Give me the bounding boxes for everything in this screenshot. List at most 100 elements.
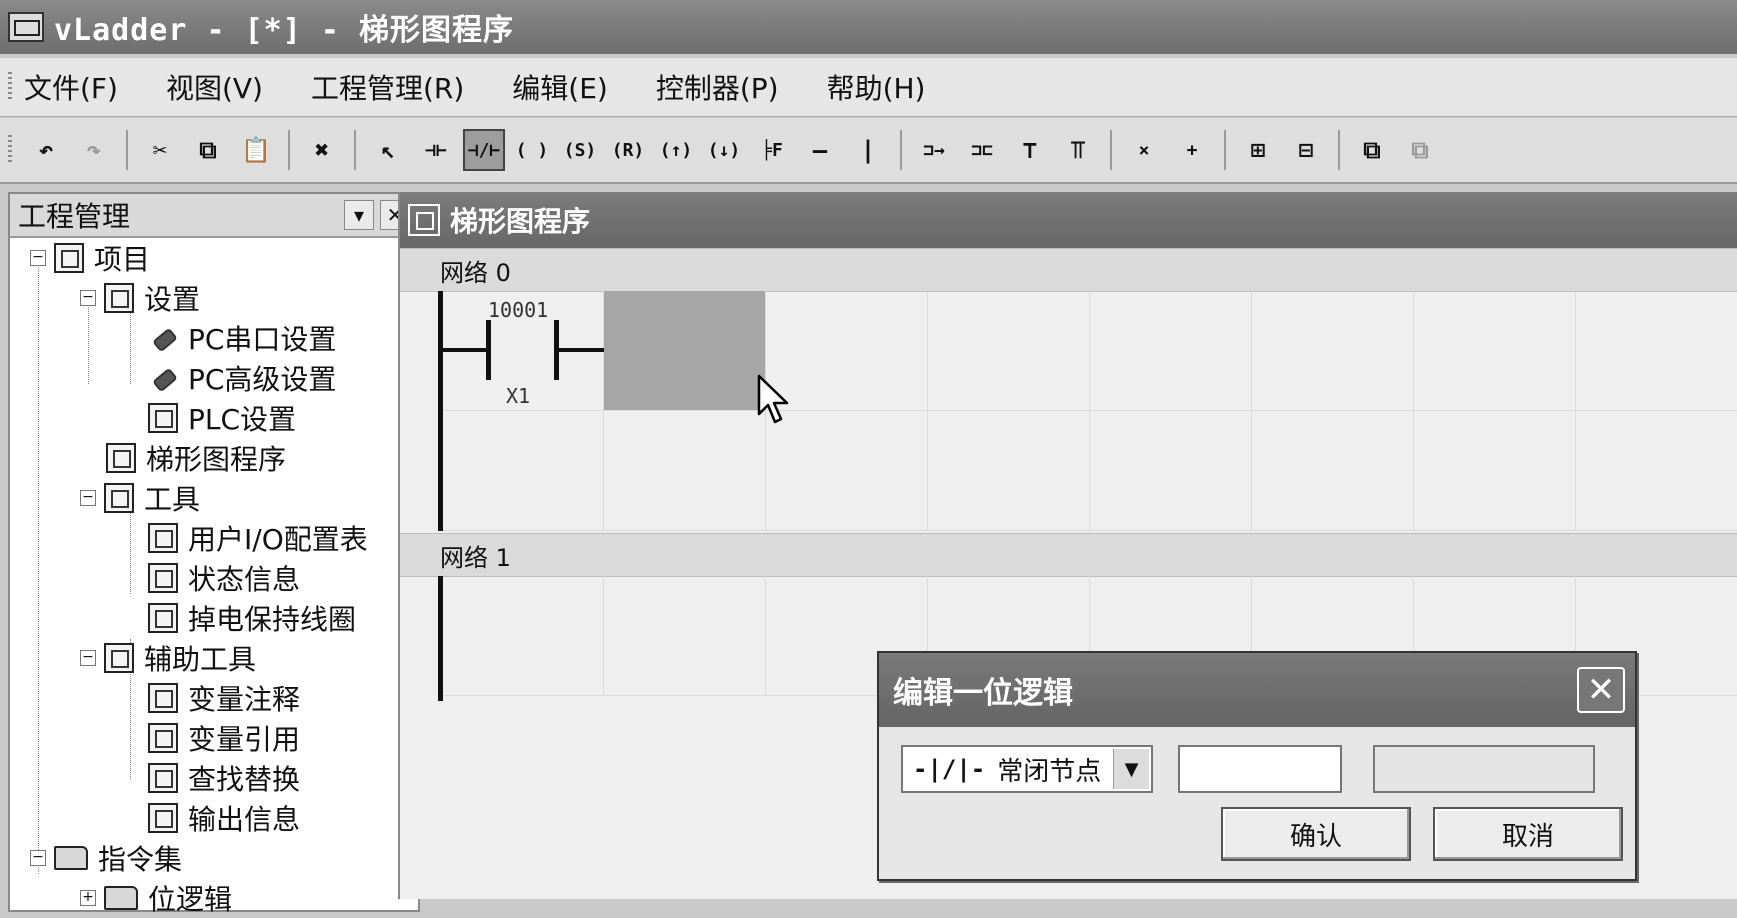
menu-controller[interactable]: 控制器(P) (654, 63, 781, 111)
normally-closed-contact-icon[interactable]: ⊣/⊢ (463, 129, 505, 171)
tree-item-pc-advanced-settings[interactable]: PC高级设置 (148, 358, 336, 398)
branch-open-icon[interactable]: ⊐→ (913, 129, 955, 171)
ladder-cell[interactable] (1252, 291, 1414, 411)
tree-item-retentive-coils[interactable]: 掉电保持线圈 (148, 598, 356, 638)
tree-label: 输出信息 (188, 803, 301, 836)
tree-item-plc-settings[interactable]: PLC设置 (148, 398, 296, 438)
tree-item-project[interactable]: − 项目 (30, 238, 150, 278)
ladder-cell[interactable] (1576, 411, 1737, 531)
tree-item-variable-references[interactable]: 变量引用 (148, 718, 300, 758)
contact-address: 10001 (488, 298, 549, 322)
ladder-cell[interactable] (928, 411, 1090, 531)
collapse-toggle[interactable]: − (30, 850, 46, 866)
paste-icon[interactable]: 📋 (235, 129, 277, 171)
branch-down-icon[interactable]: ⊤ (1009, 129, 1051, 171)
collapse-toggle[interactable]: − (30, 250, 46, 266)
tree-item-settings[interactable]: − 设置 (80, 278, 200, 318)
ladder-cell[interactable] (442, 411, 604, 531)
ladder-cell[interactable] (1252, 411, 1414, 531)
tools-icon (104, 483, 134, 513)
tree-item-output-info[interactable]: 输出信息 (148, 798, 300, 838)
app-icon[interactable] (8, 12, 44, 42)
tree-item-bit-logic[interactable]: + 位逻辑 (80, 878, 232, 918)
menu-file[interactable]: 文件(F) (22, 63, 120, 111)
delete-icon[interactable]: ✖ (301, 129, 343, 171)
menu-project[interactable]: 工程管理(R) (309, 63, 466, 111)
collapse-toggle[interactable]: − (80, 650, 96, 666)
window-icon[interactable]: ⧉ (1351, 129, 1393, 171)
redo-icon[interactable]: ↷ (73, 129, 115, 171)
ladder-cell[interactable] (1414, 411, 1576, 531)
function-block-icon[interactable]: ╞F (751, 129, 793, 171)
menu-help[interactable]: 帮助(H) (825, 63, 928, 111)
ladder-cell[interactable] (928, 291, 1090, 411)
tree-item-find-replace[interactable]: 查找替换 (148, 758, 300, 798)
tree-item-aux-tools[interactable]: − 辅助工具 (80, 638, 256, 678)
cancel-button[interactable]: 取消 (1433, 807, 1623, 861)
project-icon (54, 243, 84, 273)
collapse-toggle[interactable]: − (80, 290, 96, 306)
tree-label: PC串口设置 (188, 323, 337, 356)
reset-coil-icon[interactable]: (R) (607, 129, 649, 171)
ladder-program-icon (106, 443, 136, 473)
positive-edge-coil-icon[interactable]: (↑) (655, 129, 697, 171)
ladder-window-icon[interactable] (408, 204, 440, 236)
cut-icon[interactable]: ✂ (139, 129, 181, 171)
vertical-line-icon[interactable]: | (847, 129, 889, 171)
insert-network-icon[interactable]: ⊞ (1237, 129, 1279, 171)
window-disabled-icon[interactable]: ⧉ (1399, 129, 1441, 171)
ladder-cell[interactable] (1576, 291, 1737, 411)
edit-bit-logic-dialog: 编辑一位逻辑 ✕ -|/|- 常闭节点 ▼ 确认 取消 (877, 651, 1637, 881)
mouse-cursor-icon (757, 374, 789, 424)
panel-dropdown-button[interactable]: ▾ (344, 200, 374, 230)
normally-open-contact-icon[interactable]: ⊣⊢ (415, 129, 457, 171)
coil-icon[interactable]: ( ) (511, 129, 553, 171)
contact-type-select[interactable]: -|/|- 常闭节点 ▼ (901, 745, 1153, 793)
tree-item-variable-comments[interactable]: 变量注释 (148, 678, 300, 718)
menu-edit[interactable]: 编辑(E) (510, 63, 610, 111)
address-input[interactable] (1178, 745, 1342, 793)
chevron-down-icon[interactable]: ▼ (1113, 749, 1149, 789)
expand-toggle[interactable]: + (80, 890, 96, 906)
branch-up-icon[interactable]: ⫪ (1057, 129, 1099, 171)
ladder-cell[interactable] (604, 411, 766, 531)
tree-item-status-info[interactable]: 状态信息 (148, 558, 300, 598)
collapse-toggle[interactable]: − (80, 490, 96, 506)
ladder-cell[interactable] (766, 411, 928, 531)
delete-network-icon[interactable]: ⊟ (1285, 129, 1327, 171)
horizontal-line-icon[interactable]: — (799, 129, 841, 171)
tree-item-ladder-program[interactable]: 梯形图程序 (106, 438, 286, 478)
network-1-header[interactable]: 网络 1 (400, 533, 1737, 577)
dialog-close-button[interactable]: ✕ (1577, 667, 1625, 713)
branch-close-icon[interactable]: ⊐⊏ (961, 129, 1003, 171)
set-coil-icon[interactable]: (S) (559, 129, 601, 171)
delete-column-icon[interactable]: × (1123, 129, 1165, 171)
ladder-window-title: 梯形图程序 (450, 205, 591, 238)
tree-label: PLC设置 (188, 403, 297, 436)
normally-closed-contact-icon: -|/|- (913, 755, 986, 783)
tree-item-instruction-set[interactable]: − 指令集 (30, 838, 182, 878)
ladder-cell[interactable] (442, 576, 604, 696)
ladder-cell-selected[interactable] (604, 291, 766, 411)
insert-column-icon[interactable]: + (1171, 129, 1213, 171)
confirm-button[interactable]: 确认 (1221, 807, 1411, 861)
tree-item-io-config[interactable]: 用户I/O配置表 (148, 518, 368, 558)
ladder-cell[interactable] (1090, 411, 1252, 531)
tree-label: 项目 (94, 243, 151, 276)
folder-icon (54, 846, 88, 870)
ladder-cell[interactable] (1414, 291, 1576, 411)
toolbar-grip[interactable] (8, 135, 12, 165)
select-pointer-icon[interactable]: ↖ (367, 129, 409, 171)
contact-plate-left[interactable] (486, 320, 491, 380)
tree-item-tools[interactable]: − 工具 (80, 478, 200, 518)
undo-icon[interactable]: ↶ (25, 129, 67, 171)
ladder-cell[interactable] (1090, 291, 1252, 411)
negative-edge-coil-icon[interactable]: (↓) (703, 129, 745, 171)
ladder-cell[interactable] (604, 576, 766, 696)
copy-icon[interactable]: ⧉ (187, 129, 229, 171)
menu-grip[interactable] (8, 72, 12, 102)
tree-guide (38, 254, 39, 874)
menu-view[interactable]: 视图(V) (164, 63, 265, 111)
network-0-header[interactable]: 网络 0 (400, 248, 1737, 292)
tree-item-pc-serial-settings[interactable]: PC串口设置 (148, 318, 336, 358)
